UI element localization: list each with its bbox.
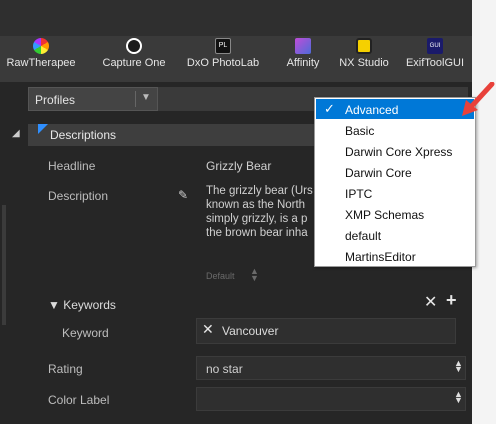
color-label-updown-icon: ▲ ▼ [454,389,463,405]
left-scrollbar[interactable] [2,205,6,325]
keyword-value: Vancouver [222,324,279,338]
menu-item-martinseditor[interactable]: MartinsEditor [316,246,474,266]
menu-item-label: Darwin Core [345,166,412,180]
app-label: ExifToolGUI [405,57,465,69]
menu-item-label: Basic [345,124,375,138]
description-line: The grizzly bear (Urs [206,185,313,197]
app-launcher-bar: RawTherapee Capture One PL DxO PhotoLab … [0,36,472,82]
rating-value: no star [206,362,243,376]
menu-item-label: MartinsEditor [345,250,416,264]
menu-item-default[interactable]: default [316,225,474,245]
menu-item-advanced[interactable]: ✓ Advanced [316,99,474,119]
collapse-triangle-icon[interactable]: ◢ [12,128,20,139]
rawtherapee-button[interactable]: RawTherapee [4,38,78,80]
color-label-label: Color Label [48,393,110,407]
capture-one-icon [126,38,142,54]
keywords-header[interactable]: ▼ Keywords [48,298,116,312]
plus-icon[interactable]: + [446,290,457,311]
app-label: NX Studio [339,57,389,69]
menu-item-iptc[interactable]: IPTC [316,183,474,203]
keyword-label: Keyword [62,326,109,340]
app-label: Capture One [102,57,166,69]
menu-item-label: Advanced [345,103,399,117]
profiles-select-label: Profiles [35,93,76,107]
pencil-icon[interactable]: ✎ [178,188,188,202]
app-label: DxO PhotoLab [186,57,260,69]
profiles-select[interactable]: Profiles ▼ [28,87,158,111]
annotation-arrow-icon [462,82,495,116]
rating-updown-icon: ▲ ▼ [454,358,463,374]
rawtherapee-icon [33,38,49,54]
menu-item-label: IPTC [345,187,373,201]
nx-studio-icon [356,38,372,54]
menu-item-darwin-core[interactable]: Darwin Core [316,162,474,182]
description-field[interactable]: The grizzly bear (Urs known as the North… [206,184,314,244]
affinity-icon [295,38,311,54]
add-keyword-icon[interactable]: ✕ [424,292,437,312]
exiftoolgui-button[interactable]: GUI ExifToolGUI [402,38,468,80]
description-line: the brown bear inha [206,227,308,239]
profiles-dropdown-menu: ✓ Advanced Basic Darwin Core Xpress Darw… [314,97,476,267]
headline-label: Headline [48,159,96,173]
rating-label: Rating [48,362,83,376]
divider [135,91,136,107]
section-title: Descriptions [50,128,117,142]
menu-item-label: Darwin Core Xpress [345,145,453,159]
checkmark-icon: ✓ [324,101,335,116]
exiftoolgui-icon: GUI [427,38,443,54]
description-line: known as the North [206,199,306,211]
dxo-photolab-button[interactable]: PL DxO PhotoLab [180,38,266,80]
remove-keyword-icon[interactable]: ✕ [202,321,214,338]
capture-one-button[interactable]: Capture One [94,38,174,80]
menu-item-label: default [345,229,382,243]
language-updown-icon[interactable]: ▲ ▼ [250,267,259,283]
section-marker-icon [38,124,48,134]
menu-item-xmp-schemas[interactable]: XMP Schemas [316,204,474,224]
app-label: Affinity [286,57,320,69]
nx-studio-button[interactable]: NX Studio [336,38,392,80]
default-language-label: Default [206,271,235,281]
color-label-select[interactable] [196,387,466,411]
menu-item-label: XMP Schemas [345,208,425,222]
keywords-label: Keywords [63,298,116,312]
affinity-button[interactable]: Affinity [280,38,326,80]
description-line: simply grizzly, is a p [206,213,308,225]
menu-item-darwin-core-xpress[interactable]: Darwin Core Xpress [316,141,474,161]
app-label: RawTherapee [6,57,76,69]
title-strip [0,0,472,36]
dxo-photolab-icon: PL [215,38,231,54]
menu-item-basic[interactable]: Basic [316,120,474,140]
description-label: Description [48,189,109,203]
headline-field[interactable]: Grizzly Bear [206,159,271,173]
chevron-down-icon: ▼ [141,92,151,103]
